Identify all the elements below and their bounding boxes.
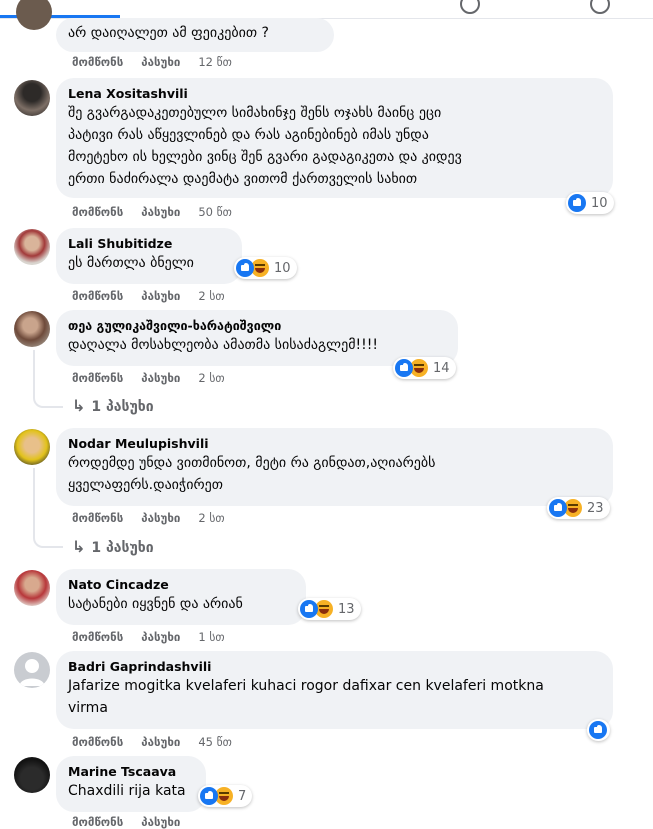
reaction-count: 10 (591, 195, 608, 211)
reaction-summary[interactable]: 7 (198, 785, 253, 807)
like-button[interactable]: მომწონს (72, 205, 123, 219)
like-button[interactable]: მომწონს (72, 371, 123, 385)
avatar[interactable] (16, 0, 52, 30)
comment-author[interactable]: Nato Cincadze (68, 576, 294, 593)
reaction-count: 14 (433, 360, 450, 376)
comment-actions: მომწონს პასუხი 2 სთ (72, 289, 225, 303)
reply-button[interactable]: პასუხი (141, 371, 180, 385)
like-reaction-icon (568, 194, 586, 212)
comment-actions: მომწონს პასუხი 12 წთ (72, 55, 232, 69)
reply-button[interactable]: პასუხი (141, 815, 180, 829)
comment-text: როდემდე უნდა ვითმინოთ, მეტი რა გინდათ,აღ… (68, 455, 436, 493)
comment-time: 45 წთ (198, 735, 232, 749)
comment-author[interactable]: Marine Tscaava (68, 763, 194, 780)
like-button[interactable]: მომწონს (72, 735, 123, 749)
comment-time: 1 სთ (198, 630, 225, 644)
default-avatar[interactable] (14, 652, 50, 688)
reply-button[interactable]: პასუხი (141, 735, 180, 749)
avatar[interactable] (14, 229, 50, 265)
person-silhouette-icon (19, 659, 45, 686)
like-button[interactable]: მომწონს (72, 55, 123, 69)
comment-actions: მომწონს პასუხი 45 წთ (72, 735, 232, 749)
comment-time: 2 სთ (198, 371, 225, 385)
comment-text: შე გვარგადაკეთებულო სიმახინჯე შენს ოჯახს… (68, 105, 462, 187)
comment-bubble: Marine Tscaava Chaxdili rija kata (56, 756, 206, 812)
reaction-summary[interactable]: 10 (234, 257, 297, 279)
comment-bubble: Lena Xositashvili შე გვარგადაკეთებულო სი… (56, 78, 613, 198)
comment-bubble: Lali Shubitidze ეს მართლა ბნელი (56, 228, 242, 284)
comment-text: დაღალა მოსახლეობა ამათმა სისაძაგლემ!!!! (68, 337, 378, 353)
reaction-count: 10 (274, 260, 291, 276)
thread-connector (33, 468, 63, 548)
comment-bubble: არ დაიღალეთ ამ ფეიკებით ? (56, 18, 334, 52)
comment-text: სატანები იყვნენ და არიან (68, 596, 243, 612)
comment-actions: მომწონს პასუხი 1 სთ (72, 630, 225, 644)
settings-icon[interactable] (590, 0, 610, 14)
avatar[interactable] (14, 80, 50, 116)
reply-arrow-icon: ↳ (72, 537, 86, 556)
avatar[interactable] (14, 570, 50, 606)
like-reaction-icon (200, 787, 218, 805)
search-icon[interactable] (460, 0, 480, 14)
like-button[interactable]: მომწონს (72, 630, 123, 644)
avatar[interactable] (14, 311, 50, 347)
comment-author[interactable]: Nodar Meulupishvili (68, 435, 601, 452)
comment-bubble: Badri Gaprindashvili Jafarize mogitka kv… (56, 651, 613, 729)
reaction-summary[interactable]: 14 (393, 357, 456, 379)
avatar[interactable] (14, 757, 50, 793)
replies-count: 1 პასუხი (91, 399, 154, 415)
reaction-summary[interactable] (587, 719, 610, 741)
comment-text: Chaxdili rija kata (68, 783, 186, 799)
like-reaction-icon (236, 259, 254, 277)
comment-bubble: Nodar Meulupishvili როდემდე უნდა ვითმინო… (56, 428, 613, 506)
comment-text: არ დაიღალეთ ამ ფეიკებით ? (68, 25, 269, 41)
reaction-summary[interactable]: 13 (298, 598, 361, 620)
like-button[interactable]: მომწონს (72, 289, 123, 303)
reaction-count: 13 (338, 601, 355, 617)
comment-actions: მომწონს პასუხი 2 სთ (72, 371, 225, 385)
comment-actions: მომწონს პასუხი (72, 815, 198, 829)
like-button[interactable]: მომწონს (72, 815, 123, 829)
thread-connector (33, 350, 63, 408)
replies-count: 1 პასუხი (91, 540, 154, 556)
view-replies-link[interactable]: ↳ 1 პასუხი (72, 396, 154, 415)
comment-time: 12 წთ (198, 55, 232, 69)
like-reaction-icon (300, 600, 318, 618)
reply-button[interactable]: პასუხი (141, 55, 180, 69)
reply-button[interactable]: პასუხი (141, 630, 180, 644)
comment-actions: მომწონს პასუხი 2 სთ (72, 511, 225, 525)
comment-time: 50 წთ (198, 205, 232, 219)
reaction-summary[interactable]: 10 (566, 192, 614, 214)
view-replies-link[interactable]: ↳ 1 პასუხი (72, 537, 154, 556)
comment-actions: მომწონს პასუხი 50 წთ (72, 205, 232, 219)
reply-button[interactable]: პასუხი (141, 289, 180, 303)
comment-author[interactable]: თეა გულიკაშვილი-ხარატიშვილი (68, 317, 446, 334)
comment-text: ეს მართლა ბნელი (68, 255, 194, 271)
reaction-summary[interactable]: 23 (547, 497, 610, 519)
top-toolbar (0, 0, 653, 19)
reaction-count: 7 (238, 788, 247, 804)
avatar[interactable] (14, 429, 50, 465)
comment-author[interactable]: Lena Xositashvili (68, 85, 601, 102)
like-reaction-icon (395, 359, 413, 377)
comment-time: 2 სთ (198, 289, 225, 303)
comment-bubble: Nato Cincadze სატანები იყვნენ და არიან (56, 569, 306, 625)
like-reaction-icon (589, 721, 607, 739)
like-reaction-icon (549, 499, 567, 517)
reaction-count: 23 (587, 500, 604, 516)
comment-time: 2 სთ (198, 511, 225, 525)
comment-text: Jafarize mogitka kvelaferi kuhaci rogor … (68, 678, 544, 716)
reply-button[interactable]: პასუხი (141, 511, 180, 525)
comment-author[interactable]: Badri Gaprindashvili (68, 658, 601, 675)
like-button[interactable]: მომწონს (72, 511, 123, 525)
comment-author[interactable]: Lali Shubitidze (68, 235, 230, 252)
reply-arrow-icon: ↳ (72, 396, 86, 415)
reply-button[interactable]: პასუხი (141, 205, 180, 219)
